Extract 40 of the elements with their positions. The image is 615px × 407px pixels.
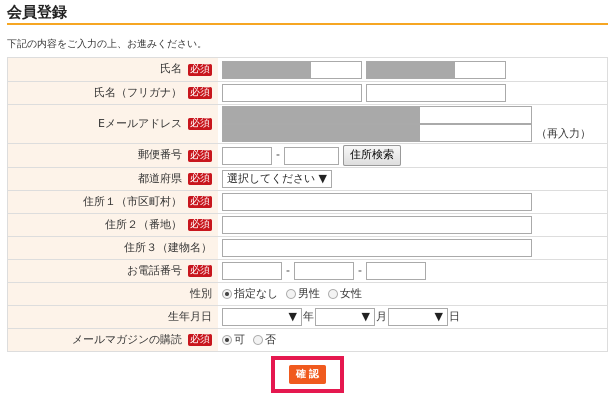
field-label: 住所１（市区町村） [83,194,182,210]
separator-text: - [276,147,280,164]
field-label: 生年月日 [168,308,212,325]
required-badge: 必須 [188,118,212,130]
radio-option[interactable]: 可 [222,332,245,348]
field-label: 住所３（建物名） [124,240,212,256]
field-label: Eメールアドレス [98,116,182,132]
address-search-button[interactable]: 住所検索 [342,145,401,166]
field-label: 氏名（フリガナ） [94,84,182,101]
radio-option[interactable]: 女性 [328,286,362,302]
field-label: 郵便番号 [138,147,182,164]
required-badge: 必須 [188,265,212,277]
radio-option[interactable]: 男性 [286,286,320,302]
unit-text: 年 [303,308,314,325]
date-select[interactable]: ▼ [315,308,375,326]
field-label: 氏名 [160,61,182,78]
input-note: （再入力） [536,126,591,142]
unit-text: 日 [449,308,460,325]
field-label: 都道府県 [138,170,182,187]
date-select[interactable]: ▼ [388,308,448,326]
page-title: 会員登録 [7,0,608,25]
date-select[interactable]: ▼ [222,308,302,326]
required-badge: 必須 [188,150,212,162]
radio-option[interactable]: 否 [253,332,276,348]
unit-text: 月 [376,308,387,325]
required-badge: 必須 [188,87,212,99]
field-label: お電話番号 [127,262,182,279]
radio-option[interactable]: 指定なし [222,286,278,302]
field-label: 性別 [190,286,212,302]
required-badge: 必須 [188,196,212,208]
prefecture-select[interactable]: 選択してください ▼ [222,170,332,188]
required-badge: 必須 [188,64,212,76]
separator-text: - [358,262,362,279]
required-badge: 必須 [188,334,212,346]
intro-text: 下記の内容をご入力の上、お進みください。 [7,38,208,52]
field-label: 住所２（番地） [105,216,182,233]
separator-text: - [286,262,290,279]
field-label: メールマガジンの購読 [72,332,182,348]
required-badge: 必須 [188,173,212,185]
required-badge: 必須 [188,219,212,231]
